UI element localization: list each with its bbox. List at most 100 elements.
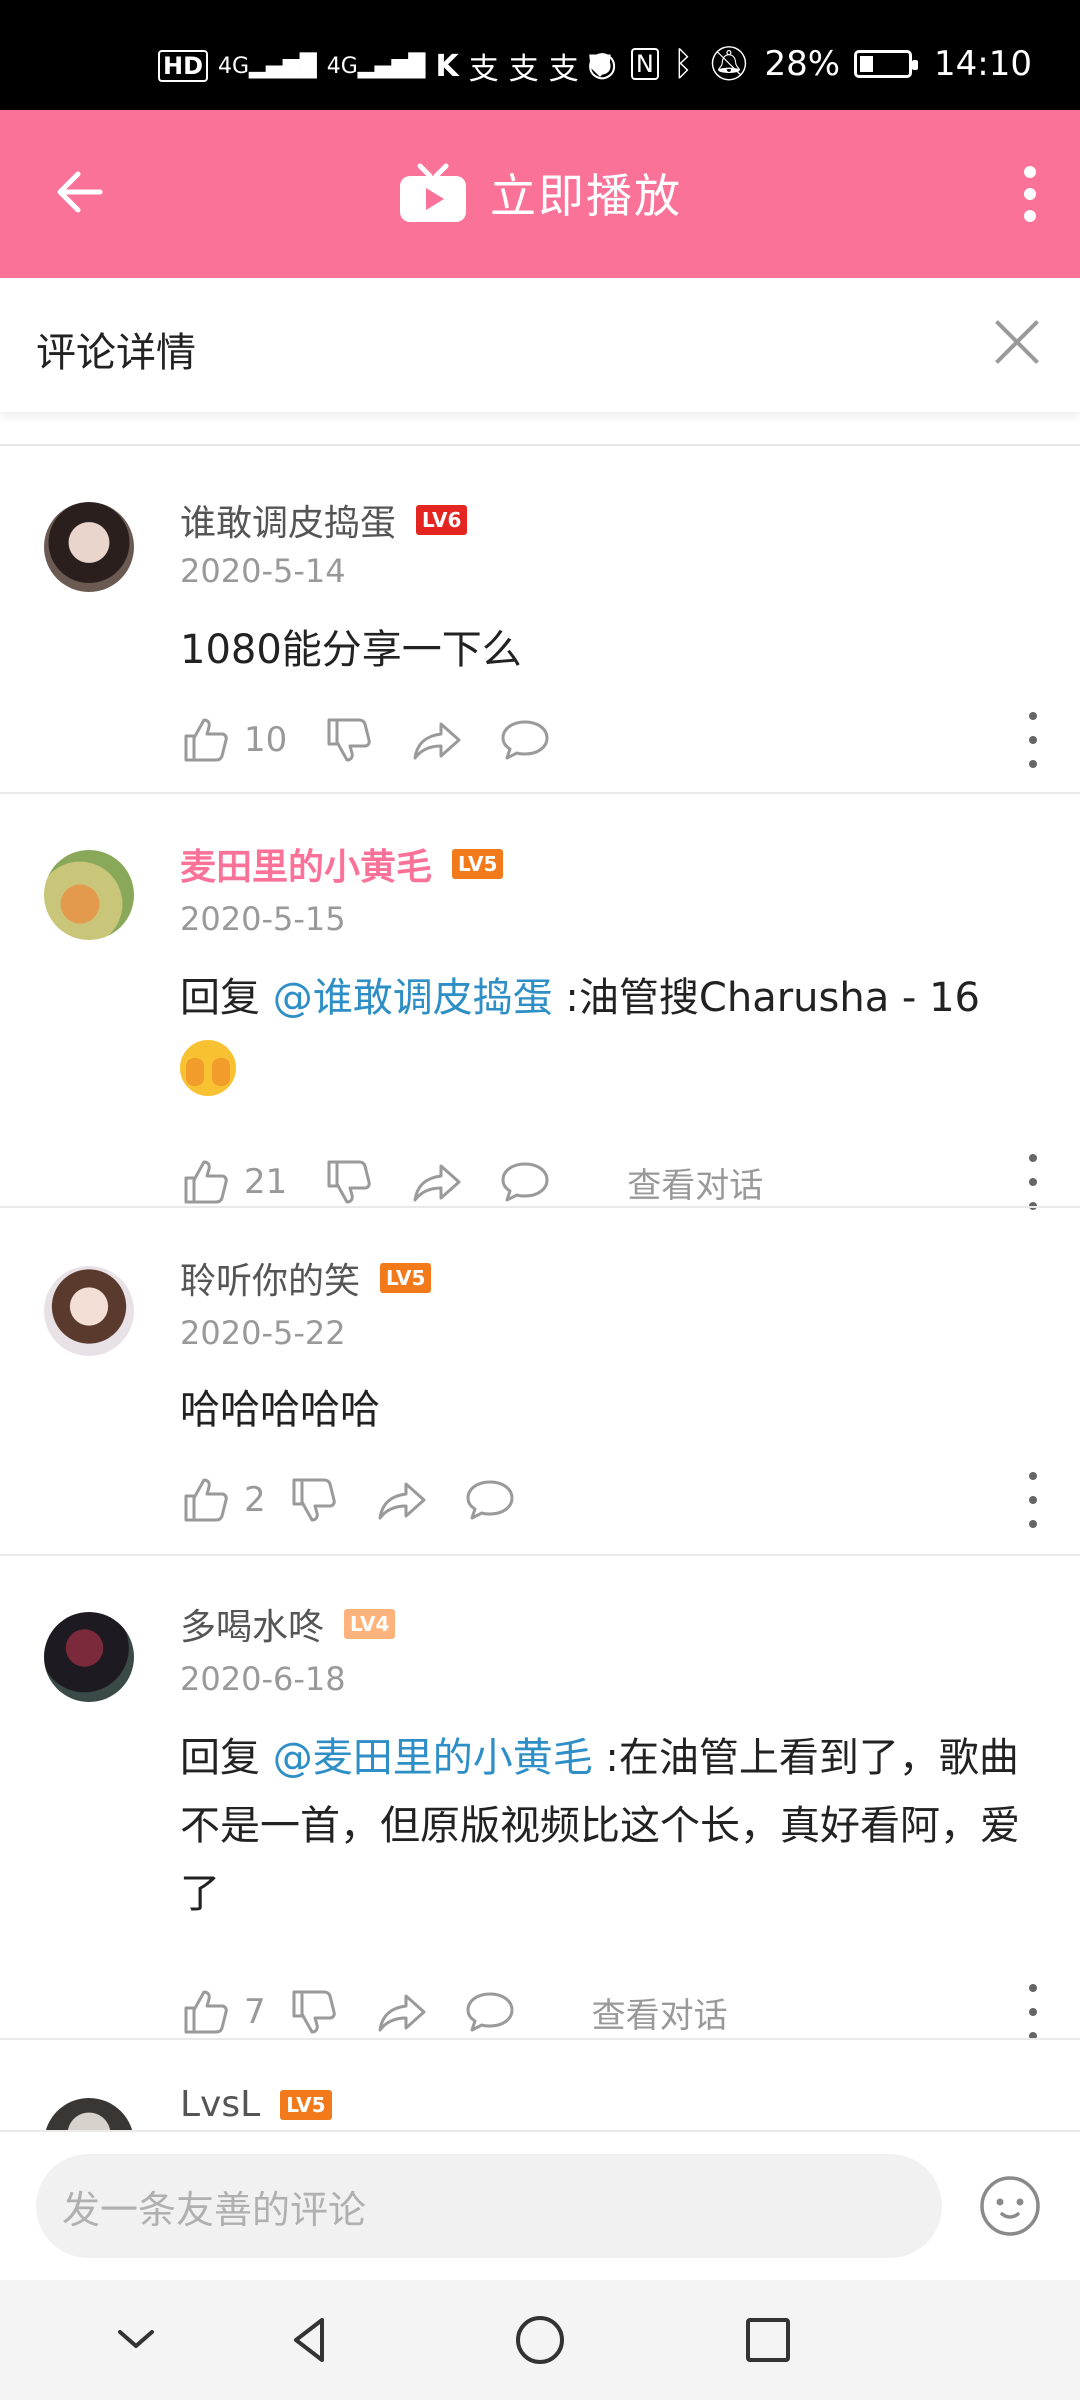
comment-body: 1080能分享一下么 <box>180 627 522 673</box>
share-arrow-icon <box>413 1164 461 1202</box>
username-text: LvsL <box>180 2084 261 2125</box>
comment-username[interactable]: 谁敢调皮捣蛋 LV6 <box>180 494 468 546</box>
status-right: ◉ N ᛒ 🔕︎ 28% 14:10 <box>587 44 1032 84</box>
system-nav-bar <box>0 2280 1080 2400</box>
dislike-button[interactable] <box>288 1986 340 2038</box>
reply-prefix: 回复 <box>180 975 273 1021</box>
thumbs-down-icon <box>292 1990 336 2034</box>
avatar[interactable] <box>44 850 134 940</box>
comment-actions: 7 查看对话 <box>180 1984 1040 2040</box>
like-button[interactable]: 7 <box>180 1986 266 2038</box>
avatar[interactable] <box>44 2098 134 2130</box>
reply-button[interactable] <box>464 1474 516 1526</box>
comment-bubble-icon <box>466 1992 514 2032</box>
like-count: 10 <box>244 720 288 760</box>
comment-input[interactable]: 发一条友善的评论 <box>36 2154 942 2258</box>
play-now-button[interactable]: 立即播放 <box>0 160 1080 226</box>
mention-link[interactable]: @谁敢调皮捣蛋 <box>273 975 553 1021</box>
share-button[interactable] <box>376 1986 428 2038</box>
view-conversation-link[interactable]: 查看对话 <box>592 1988 728 2037</box>
alipay-icon: 支 <box>548 52 579 87</box>
comment-date: 2020-5-22 <box>180 1314 346 1352</box>
mention-link[interactable]: @麦田里的小黄毛 <box>273 1735 593 1781</box>
avatar[interactable] <box>44 502 134 592</box>
more-menu-icon[interactable] <box>1020 166 1040 226</box>
alipay-icon: 支 <box>468 52 499 87</box>
comment-body: :油管搜Charusha - 16 <box>552 975 980 1021</box>
share-arrow-icon <box>378 1482 426 1520</box>
hd-icon: HD <box>158 50 209 82</box>
status-left-icons: HD 4G▂▄▆█ 4G▂▄▆█ K 支 支 支 ⛊ <box>158 44 611 88</box>
comment-username[interactable]: LvsL LV5 <box>180 2084 332 2125</box>
comment-actions: 2 <box>180 1472 1040 1528</box>
signal-4g-icon: 4G▂▄▆█ <box>218 53 317 79</box>
comment-more-icon[interactable] <box>1026 1984 1040 2040</box>
like-count: 21 <box>244 1162 288 1202</box>
close-icon[interactable] <box>992 318 1042 368</box>
comment-detail-header: 评论详情 <box>0 278 1080 412</box>
comment-text: 哈哈哈哈哈 <box>180 1376 1040 1444</box>
comment-text: 1080能分享一下么 <box>180 616 1040 684</box>
comment-username[interactable]: 麦田里的小黄毛 LV5 <box>180 838 504 890</box>
comment-more-icon[interactable] <box>1026 1154 1040 1210</box>
dislike-button[interactable] <box>323 714 375 766</box>
username-text: 多喝水咚 <box>180 1607 325 1648</box>
like-button[interactable]: 21 <box>180 1156 287 1208</box>
eye-icon: ◉ <box>587 44 617 84</box>
status-bar: HD 4G▂▄▆█ 4G▂▄▆█ K 支 支 支 ⛊ ◉ N ᛒ 🔕︎ 28% … <box>0 0 1080 110</box>
comment-bubble-icon <box>501 720 549 760</box>
comment-text: 回复 @麦田里的小黄毛 :在油管上看到了，歌曲不是一首，但原版视频比这个长，真好… <box>180 1724 1040 1928</box>
reply-button[interactable] <box>464 1986 516 2038</box>
alipay-icon: 支 <box>508 52 539 87</box>
tv-play-icon <box>400 163 466 222</box>
battery-icon <box>854 50 919 78</box>
like-count: 7 <box>244 1992 266 2032</box>
avatar[interactable] <box>44 1612 134 1702</box>
comment-bubble-icon <box>501 1162 549 1202</box>
thumbs-up-icon <box>184 1160 228 1204</box>
level-badge: LV5 <box>280 2089 332 2120</box>
like-count: 2 <box>244 1480 266 1520</box>
comment-more-icon[interactable] <box>1026 712 1040 768</box>
comment-body: 哈哈哈哈哈 <box>180 1387 380 1433</box>
username-text: 聆听你的笑 <box>180 1261 361 1302</box>
emoji-icon[interactable] <box>978 2174 1042 2238</box>
share-arrow-icon <box>378 1994 426 2032</box>
comment-text: 回复 @谁敢调皮捣蛋 :油管搜Charusha - 16 <box>180 964 1040 1100</box>
dislike-button[interactable] <box>288 1474 340 1526</box>
bluetooth-icon: ᛒ <box>672 44 694 84</box>
signal-4g-icon: 4G▂▄▆█ <box>326 53 426 79</box>
reply-button[interactable] <box>499 1156 551 1208</box>
dislike-button[interactable] <box>323 1156 375 1208</box>
reply-button[interactable] <box>499 714 551 766</box>
comment-input-bar: 发一条友善的评论 <box>0 2130 1080 2280</box>
back-triangle-icon[interactable] <box>278 2308 342 2372</box>
like-button[interactable]: 2 <box>180 1474 266 1526</box>
recents-square-icon[interactable] <box>736 2308 800 2372</box>
covering-face-emoji-icon <box>180 1040 236 1096</box>
comment-item: LvsL LV5 <box>0 2040 1080 2130</box>
share-button[interactable] <box>411 1156 463 1208</box>
level-badge: LV5 <box>380 1263 432 1293</box>
divider <box>0 1554 1080 1556</box>
comment-username[interactable]: 多喝水咚 LV4 <box>180 1598 396 1650</box>
share-button[interactable] <box>376 1474 428 1526</box>
avatar[interactable] <box>44 1266 134 1356</box>
comment-username[interactable]: 聆听你的笑 LV5 <box>180 1252 432 1304</box>
share-button[interactable] <box>411 714 463 766</box>
comment-more-icon[interactable] <box>1026 1472 1040 1528</box>
level-badge: LV4 <box>344 1609 396 1639</box>
nfc-icon: N <box>630 48 659 80</box>
divider <box>0 792 1080 794</box>
collapse-chevron-icon[interactable] <box>104 2308 168 2372</box>
like-button[interactable]: 10 <box>180 714 287 766</box>
thumbs-down-icon <box>327 718 372 762</box>
username-text: 麦田里的小黄毛 <box>180 847 433 888</box>
divider <box>0 1206 1080 1208</box>
comment-date: 2020-5-14 <box>180 552 346 590</box>
thumbs-up-icon <box>184 718 228 762</box>
view-conversation-link[interactable]: 查看对话 <box>627 1158 763 1207</box>
thumbs-up-icon <box>184 1990 228 2034</box>
app-bar: 立即播放 <box>0 110 1080 278</box>
home-circle-icon[interactable] <box>508 2308 572 2372</box>
